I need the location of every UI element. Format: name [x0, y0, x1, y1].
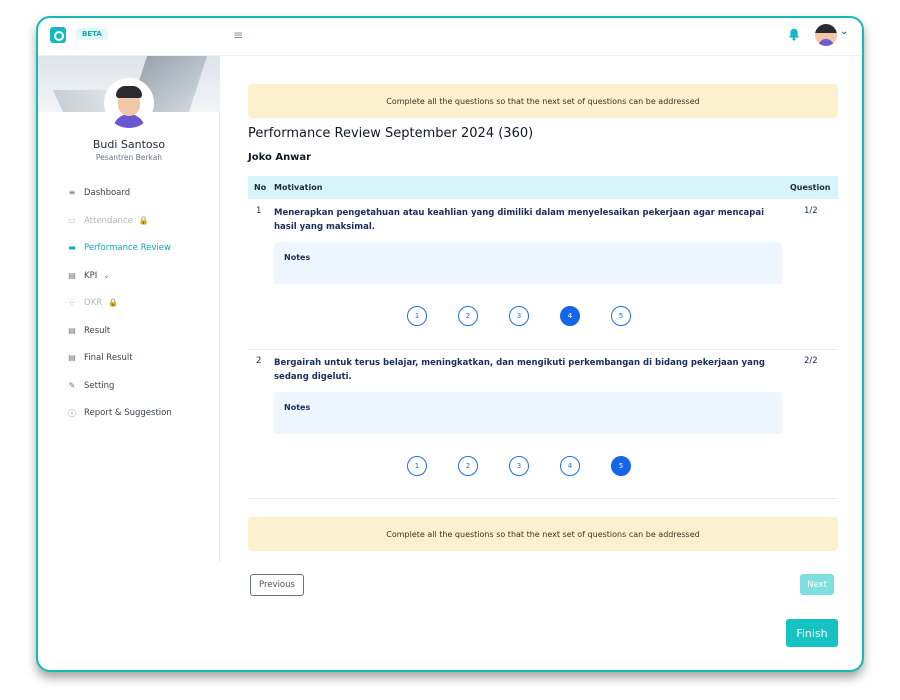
table-row: 1 Menerapkan pengetahuan atau keahlian y… — [248, 206, 838, 346]
app-logo[interactable] — [50, 27, 66, 43]
rating-option-4[interactable]: 4 — [560, 456, 580, 476]
column-header-motivation: Motivation — [274, 183, 323, 192]
column-header-no: No — [254, 183, 267, 192]
rating-option-5[interactable]: 5 — [611, 306, 631, 326]
rating-option-1[interactable]: 1 — [407, 306, 427, 326]
sidebar-item-report-suggestion[interactable]: ⓘ Report & Suggestion — [66, 408, 216, 436]
info-icon: ⓘ — [68, 409, 76, 418]
rating-option-4-selected[interactable]: 4 — [560, 306, 580, 326]
question-number: 1 — [256, 206, 262, 216]
hamburger-icon[interactable]: ≡ — [233, 28, 243, 42]
rating-scale: 1 2 3 4 5 — [407, 306, 637, 326]
sidebar-item-label: Dashboard — [84, 188, 131, 198]
sidebar-item-label: Final Result — [84, 353, 133, 363]
notes-field[interactable]: Notes — [274, 242, 782, 284]
chevron-down-icon[interactable]: ⌄ — [103, 271, 110, 280]
sidebar-item-performance-review[interactable]: ▬ Performance Review — [66, 243, 216, 271]
rating-option-2[interactable]: 2 — [458, 456, 478, 476]
sidebar-item-label: KPI — [84, 270, 98, 281]
user-avatar[interactable] — [815, 24, 837, 46]
document-icon: ▤ — [68, 325, 76, 335]
profile-avatar — [104, 78, 154, 128]
previous-button[interactable]: Previous — [250, 574, 304, 596]
lock-icon: 🔒 — [108, 298, 119, 307]
row-divider — [248, 349, 838, 350]
list-icon: ≡ — [68, 188, 76, 197]
inbox-icon: ▬ — [68, 243, 76, 252]
sidebar: Budi Santoso Pesantren Berkah ≡ Dashboar… — [38, 56, 220, 562]
sidebar-item-label: Report & Suggestion — [84, 408, 172, 418]
beta-badge: BETA — [76, 28, 108, 40]
sidebar-item-label: Attendance — [84, 215, 133, 226]
rating-scale: 1 2 3 4 5 — [407, 456, 637, 476]
profile-organization: Pesantren Berkah — [95, 153, 163, 162]
sidebar-item-okr: ⊹ OKR 🔒 — [66, 298, 216, 326]
rating-option-3[interactable]: 3 — [509, 306, 529, 326]
question-progress: 1/2 — [804, 206, 818, 216]
table-header: No Motivation Question — [248, 176, 838, 199]
sidebar-item-label: Result — [84, 325, 111, 336]
edit-icon: ✎ — [68, 380, 76, 390]
table-row: 2 Bergairah untuk terus belajar, meningk… — [248, 356, 838, 496]
row-divider — [248, 498, 838, 499]
sidebar-item-label: OKR — [84, 298, 103, 308]
sidebar-item-dashboard[interactable]: ≡ Dashboard — [66, 188, 216, 216]
rating-option-5-selected[interactable]: 5 — [611, 456, 631, 476]
notes-label: Notes — [284, 253, 311, 262]
page-title: Performance Review September 2024 (360) — [248, 126, 534, 141]
chevron-down-icon[interactable]: ⌄ — [840, 26, 848, 37]
reviewee-name: Joko Anwar — [248, 152, 312, 163]
column-header-question: Question — [790, 183, 831, 192]
lock-icon: 🔒 — [138, 215, 149, 225]
calendar-icon: ▭ — [68, 215, 76, 225]
clipboard-icon: ▤ — [68, 270, 76, 280]
sidebar-item-attendance: ▭ Attendance 🔒 — [66, 216, 216, 244]
finish-button[interactable]: Finish — [786, 619, 838, 647]
notes-field[interactable]: Notes — [274, 392, 782, 434]
rating-option-3[interactable]: 3 — [509, 456, 529, 476]
sidebar-item-label: Performance Review — [84, 243, 171, 253]
rating-option-1[interactable]: 1 — [407, 456, 427, 476]
notes-label: Notes — [284, 403, 311, 412]
bell-icon[interactable] — [788, 28, 800, 41]
sidebar-item-final-result[interactable]: ▤ Final Result — [66, 353, 216, 381]
sidebar-item-setting[interactable]: ✎ Setting — [66, 381, 216, 409]
question-text: Menerapkan pengetahuan atau keahlian yan… — [274, 208, 765, 232]
document-icon: ▤ — [68, 353, 76, 362]
flow-icon: ⊹ — [68, 298, 76, 307]
app-window: BETA ≡ ⌄ Budi Santoso Pesantren Berkah ≡… — [36, 16, 864, 672]
next-button[interactable]: Next — [800, 574, 834, 595]
top-bar: BETA ≡ ⌄ — [38, 18, 862, 56]
sidebar-item-result[interactable]: ▤ Result — [66, 326, 216, 354]
question-number: 2 — [256, 356, 262, 366]
sidebar-item-label: Setting — [84, 380, 115, 391]
question-progress: 2/2 — [804, 356, 818, 366]
profile-name: Budi Santoso — [92, 138, 166, 151]
question-text: Bergairah untuk terus belajar, meningkat… — [274, 358, 765, 382]
sidebar-nav: ≡ Dashboard ▭ Attendance 🔒 ▬ Performance… — [66, 188, 216, 436]
sidebar-item-kpi[interactable]: ▤ KPI ⌄ — [66, 271, 216, 299]
rating-option-2[interactable]: 2 — [458, 306, 478, 326]
info-banner-top: Complete all the questions so that the n… — [248, 84, 838, 118]
info-banner-bottom: Complete all the questions so that the n… — [248, 517, 838, 551]
